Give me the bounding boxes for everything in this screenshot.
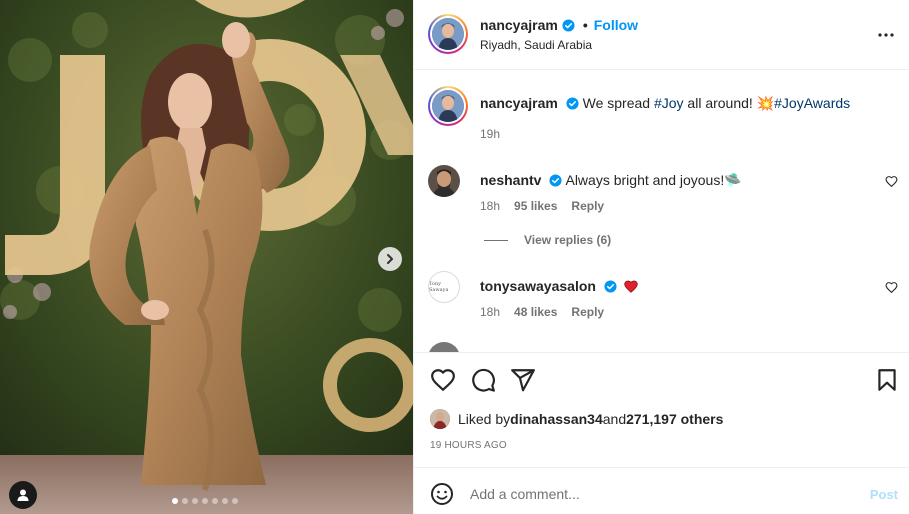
caption-text: nancyajram We spread #Joy all around! 💥#… [480,94,868,112]
view-replies-label: View replies (6) [524,233,612,247]
post-header: nancyajram • Follow Riyadh, Saudi Arabia [414,0,909,70]
emoji: 🛸 [724,172,742,188]
view-replies-button[interactable]: View replies (6) [484,233,611,247]
comment-bubble-icon[interactable] [470,367,496,393]
carousel-dot [192,498,198,504]
carousel-dot [182,498,188,504]
follow-button[interactable]: Follow [594,17,638,33]
more-options-icon[interactable] [876,25,896,45]
emoji: 💥 [756,95,775,111]
verified-badge-icon [566,97,579,110]
comment-meta: 18h 48 likes Reply [480,305,604,319]
share-paper-plane-icon[interactable] [510,367,536,393]
separator-dot: • [582,17,588,33]
comment-time[interactable]: 18h [480,305,500,319]
liked-by-prefix: Liked by [458,411,511,427]
caption-author-avatar[interactable] [428,86,468,126]
liker-avatar[interactable] [430,409,450,429]
comment-likes[interactable]: 48 likes [514,305,557,319]
add-comment-input[interactable] [470,480,850,508]
comment-likes[interactable]: 95 likes [514,199,557,213]
emoji-smiley-icon[interactable] [430,482,454,506]
post-actions: Liked by dinahassan34 and 271,197 others… [414,352,909,467]
carousel-indicator [172,498,238,504]
avatar-photo [428,165,460,197]
hashtag-link[interactable]: #Joy [654,95,684,111]
hashtag-link[interactable]: #JoyAwards [774,95,850,111]
avatar-photo [432,18,464,50]
comment-text: tonysawayasalon [480,277,868,295]
comment-item: neshantv Always bright and joyous!🛸 18h … [428,165,898,225]
avatar-photo [432,90,464,122]
like-comment-heart-icon[interactable] [885,175,898,188]
commenter-avatar[interactable] [428,342,460,352]
reply-button[interactable]: Reply [571,305,604,319]
carousel-dot [212,498,218,504]
save-bookmark-icon[interactable] [874,367,900,393]
post-media[interactable] [0,0,413,514]
comment-username[interactable]: tonysawayasalon [480,278,596,294]
like-comment-heart-icon[interactable] [885,281,898,294]
like-heart-icon[interactable] [430,367,456,393]
liked-by-others[interactable]: 271,197 others [626,411,723,427]
comment-composer: Post [414,467,909,514]
tagged-users-button[interactable] [9,481,37,509]
caption-text-part: We spread [582,95,654,111]
comment-username[interactable]: neshantv [480,172,541,188]
carousel-next-button[interactable] [378,247,402,271]
carousel-dot [202,498,208,504]
comment-body: Always bright and joyous! [565,172,725,188]
carousel-dot [172,498,178,504]
commenter-avatar[interactable]: Tony Sawaya [428,271,460,303]
post-side-panel: nancyajram • Follow Riyadh, Saudi Arabia [413,0,909,514]
user-icon [17,489,29,501]
comment-meta: 18h 95 likes Reply [480,199,604,213]
carousel-dot [222,498,228,504]
author-avatar[interactable] [428,14,468,54]
replies-divider [484,239,508,241]
avatar-logo-text: Tony Sawaya [429,281,449,293]
verified-badge-icon [549,174,562,187]
liked-by-user[interactable]: dinahassan34 [510,411,603,427]
comment-item-partial [428,342,898,352]
caption-username[interactable]: nancyajram [480,95,558,111]
caption: nancyajram We spread #Joy all around! 💥#… [428,86,898,146]
comment-item: Tony Sawaya tonysawayasalon 18h 48 likes… [428,271,898,331]
comment-text: neshantv Always bright and joyous!🛸 [480,171,868,189]
carousel-dot [232,498,238,504]
author-line: nancyajram • Follow [480,17,638,33]
caption-time[interactable]: 19h [480,127,500,141]
author-username[interactable]: nancyajram [480,17,558,33]
liked-by-line: Liked by dinahassan34 and 271,197 others [430,409,723,429]
commenter-avatar[interactable] [428,165,460,197]
verified-badge-icon [562,18,575,32]
caption-text-part: all around! [683,95,757,111]
post-timestamp[interactable]: 19 HOURS AGO [430,440,507,451]
avatar-photo [430,409,450,429]
post-location[interactable]: Riyadh, Saudi Arabia [480,38,592,52]
comments-section[interactable]: nancyajram We spread #Joy all around! 💥#… [414,70,909,352]
caption-meta: 19h [480,127,500,141]
post-photo [0,0,413,514]
reply-button[interactable]: Reply [571,199,604,213]
comment-time[interactable]: 18h [480,199,500,213]
chevron-right-icon [387,254,393,264]
post-comment-button[interactable]: Post [870,487,898,502]
liked-by-and: and [602,411,627,427]
red-heart-emoji-icon [624,280,638,293]
verified-badge-icon [604,280,617,293]
